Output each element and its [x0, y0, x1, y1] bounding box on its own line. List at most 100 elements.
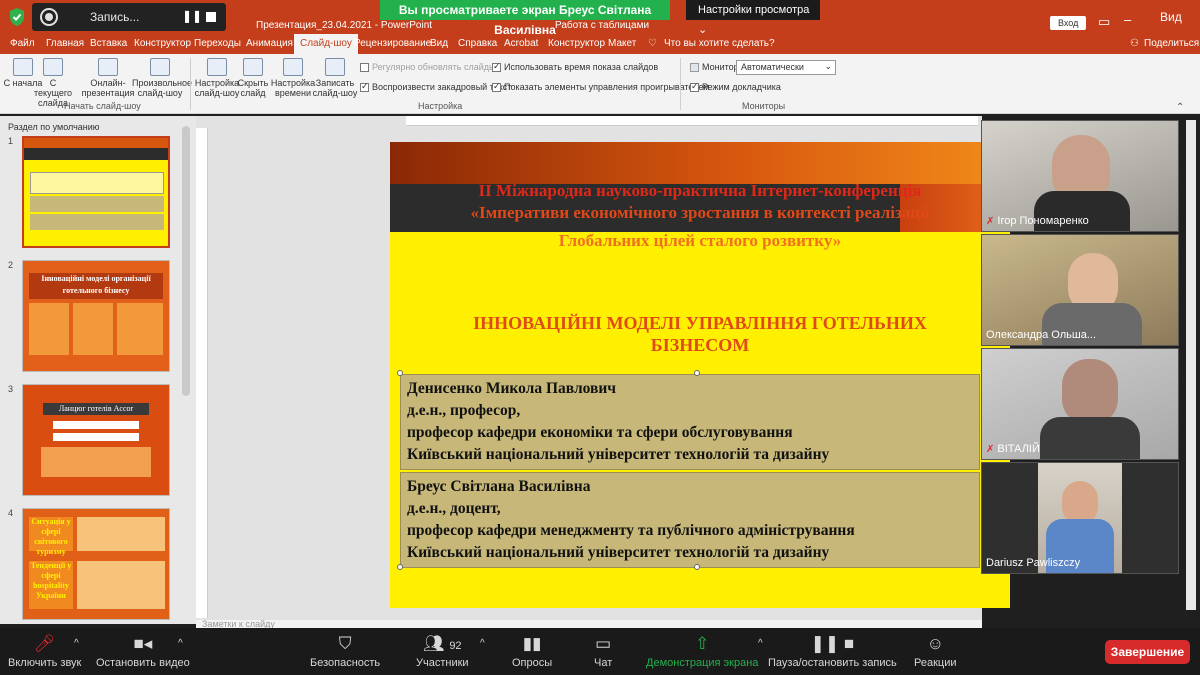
- tab-animations[interactable]: Анимация: [246, 38, 293, 49]
- chk-presenter-view[interactable]: Режим докладчика: [690, 81, 781, 93]
- view-menu[interactable]: Вид: [1160, 10, 1182, 24]
- record-slideshow-button[interactable]: Записать слайд-шоу: [312, 58, 358, 98]
- author-2-box[interactable]: Бреус Світлана Василівна д.е.н., доцент,…: [400, 472, 980, 568]
- end-meeting-button[interactable]: Завершение: [1105, 640, 1190, 664]
- slide-thumbnail-3[interactable]: Ланцюг готелів Accor: [22, 384, 170, 496]
- slide-top-band: [390, 142, 1010, 184]
- mic-muted-icon: ✗: [986, 216, 995, 227]
- online-presentation-button[interactable]: Онлайн-презентация: [80, 58, 136, 98]
- tab-slideshow[interactable]: Слайд-шоу: [294, 34, 358, 54]
- author-1-name: Денисенко Микола Павлович: [407, 380, 617, 397]
- chk-timings[interactable]: Использовать время показа слайдов: [492, 61, 658, 73]
- shield-icon: ⛉: [338, 634, 352, 653]
- slide-thumbnail-2[interactable]: Інноваційні моделі організації готельног…: [22, 260, 170, 372]
- polls-label: Опросы: [512, 657, 553, 669]
- tab-file[interactable]: Файл: [10, 38, 35, 49]
- tab-home[interactable]: Главная: [46, 38, 84, 49]
- resize-handle[interactable]: [694, 370, 700, 376]
- view-options-dropdown[interactable]: Настройки просмотра ⌄: [686, 0, 820, 36]
- group-start-label: Начать слайд-шоу: [64, 101, 141, 111]
- stop-video-button[interactable]: ■◂ Остановить видео: [96, 634, 190, 669]
- thumb-text: [77, 517, 165, 551]
- contextual-tab-label: Работа с таблицами: [555, 20, 650, 31]
- current-slide[interactable]: ІІ Міжнародна науково-практична Інтернет…: [390, 142, 1010, 608]
- security-button[interactable]: ⛉ Безопасность: [310, 634, 380, 669]
- resize-handle[interactable]: [694, 564, 700, 570]
- tab-table-design[interactable]: Конструктор: [548, 38, 605, 49]
- video-tile-4[interactable]: Dariusz Pawliszczy: [981, 462, 1179, 574]
- record-icon: [40, 8, 58, 26]
- tab-insert[interactable]: Вставка: [90, 38, 127, 49]
- checkbox-checked-icon: [690, 81, 699, 93]
- video-tile-2[interactable]: Олександра Ольша...: [981, 234, 1179, 346]
- setup-icon: [207, 58, 227, 76]
- tell-me-search[interactable]: Что вы хотите сделать?: [664, 38, 775, 49]
- tab-transitions[interactable]: Переходы: [194, 38, 241, 49]
- heading-line1: ІННОВАЦІЙНІ МОДЕЛІ УПРАВЛІННЯ ГОТЕЛЬНИХ: [473, 313, 927, 333]
- view-options-label: Настройки просмотра: [698, 4, 810, 16]
- participant-name: Олександра Ольша...: [986, 329, 1096, 341]
- stop-video-label: Остановить видео: [96, 657, 190, 669]
- tab-view[interactable]: Вид: [430, 38, 448, 49]
- chk-narration[interactable]: Воспроизвести закадровый текст: [360, 81, 511, 93]
- ribbon-display-icon[interactable]: ▭: [1098, 14, 1110, 30]
- minimize-icon[interactable]: –: [1124, 12, 1131, 27]
- participants-icon: 👥︎ 92: [423, 634, 462, 653]
- checkbox-icon: [360, 63, 369, 73]
- chk-update-label: Регулярно обновлять слайды: [372, 62, 496, 72]
- section-label[interactable]: Раздел по умолчанию: [8, 122, 100, 132]
- tab-acrobat[interactable]: Acrobat: [504, 38, 538, 49]
- resize-handle[interactable]: [397, 564, 403, 570]
- collapse-ribbon-icon[interactable]: ⌃: [1176, 102, 1184, 113]
- thumb-label: Тенденції у сфері hospitality України: [29, 561, 73, 609]
- reactions-button[interactable]: ☺ Реакции: [914, 634, 957, 669]
- polls-button[interactable]: ▮▮ Опросы: [512, 634, 552, 669]
- thumb-column: [73, 303, 113, 355]
- panel-scrollbar[interactable]: [182, 126, 190, 396]
- heading-line2: БІЗНЕСОМ: [650, 335, 750, 355]
- pause-stop-recording-button[interactable]: ❚❚ ■ Пауза/остановить запись: [768, 634, 897, 669]
- presentation-heading: ІННОВАЦІЙНІ МОДЕЛІ УПРАВЛІННЯ ГОТЕЛЬНИХ …: [430, 312, 970, 356]
- resize-handle[interactable]: [397, 370, 403, 376]
- participants-button[interactable]: 👥︎ 92 Участники: [416, 634, 469, 669]
- tab-help[interactable]: Справка: [458, 38, 497, 49]
- share-options-chevron-icon[interactable]: ^: [758, 638, 763, 649]
- rehearse-timings-button[interactable]: Настройка времени: [270, 58, 316, 98]
- chat-label: Чат: [594, 657, 613, 669]
- video-options-chevron-icon[interactable]: ^: [178, 638, 183, 649]
- gallery-scrollbar[interactable]: [1186, 120, 1196, 610]
- author-1-box[interactable]: Денисенко Микола Павлович д.е.н., профес…: [400, 374, 980, 470]
- participant-name-tag: Олександра Ольша...: [986, 329, 1096, 341]
- tab-review[interactable]: Рецензирование: [354, 38, 431, 49]
- audio-options-chevron-icon[interactable]: ^: [74, 638, 79, 649]
- notes-pane[interactable]: Заметки к слайду: [196, 620, 982, 628]
- unmute-button[interactable]: 🎤︎ Включить звук: [8, 634, 81, 669]
- mic-muted-icon: ✗: [986, 444, 995, 455]
- participants-chevron-icon[interactable]: ^: [480, 638, 485, 649]
- tab-table-layout[interactable]: Макет: [608, 38, 636, 49]
- bar-chart-icon: ▮▮: [522, 634, 542, 653]
- checkbox-checked-icon: [492, 61, 501, 73]
- participants-label: Участники: [416, 657, 469, 669]
- chat-button[interactable]: ▭ Чат: [594, 634, 612, 669]
- ribbon-separator: [680, 58, 681, 110]
- video-tile-1[interactable]: ✗ Ігор Пономаренко: [981, 120, 1179, 232]
- custom-slideshow-label: Произвольное слайд-шоу: [132, 78, 193, 98]
- share-screen-button[interactable]: ⇧ Демонстрация экрана: [646, 634, 758, 669]
- custom-slideshow-button[interactable]: Произвольное слайд-шоу: [132, 58, 193, 98]
- ribbon-separator: [190, 58, 191, 110]
- video-tile-3[interactable]: ✗ ВІТАЛІЙ: [981, 348, 1179, 460]
- chk-update-slides[interactable]: Регулярно обновлять слайды: [360, 62, 496, 73]
- stop-recording-icon[interactable]: [206, 12, 216, 22]
- slide-thumbnail-1[interactable]: [22, 136, 170, 248]
- slide-thumbnail-4[interactable]: Ситуація у сфері світового туризму Тенде…: [22, 508, 170, 620]
- thumb-label: Ситуація у сфері світового туризму: [29, 517, 73, 556]
- participant-name: ВІТАЛІЙ: [997, 443, 1040, 455]
- slide-number: 2: [8, 260, 14, 270]
- monitor-select[interactable]: Автоматически ⌄: [736, 60, 836, 75]
- share-button[interactable]: Поделиться: [1144, 38, 1199, 49]
- signin-button[interactable]: Вход: [1050, 16, 1087, 30]
- pause-recording-icon[interactable]: ❚❚: [182, 9, 202, 23]
- chk-media-controls[interactable]: Показать элементы управления проигрывате…: [492, 81, 710, 93]
- tab-design[interactable]: Конструктор: [134, 38, 191, 49]
